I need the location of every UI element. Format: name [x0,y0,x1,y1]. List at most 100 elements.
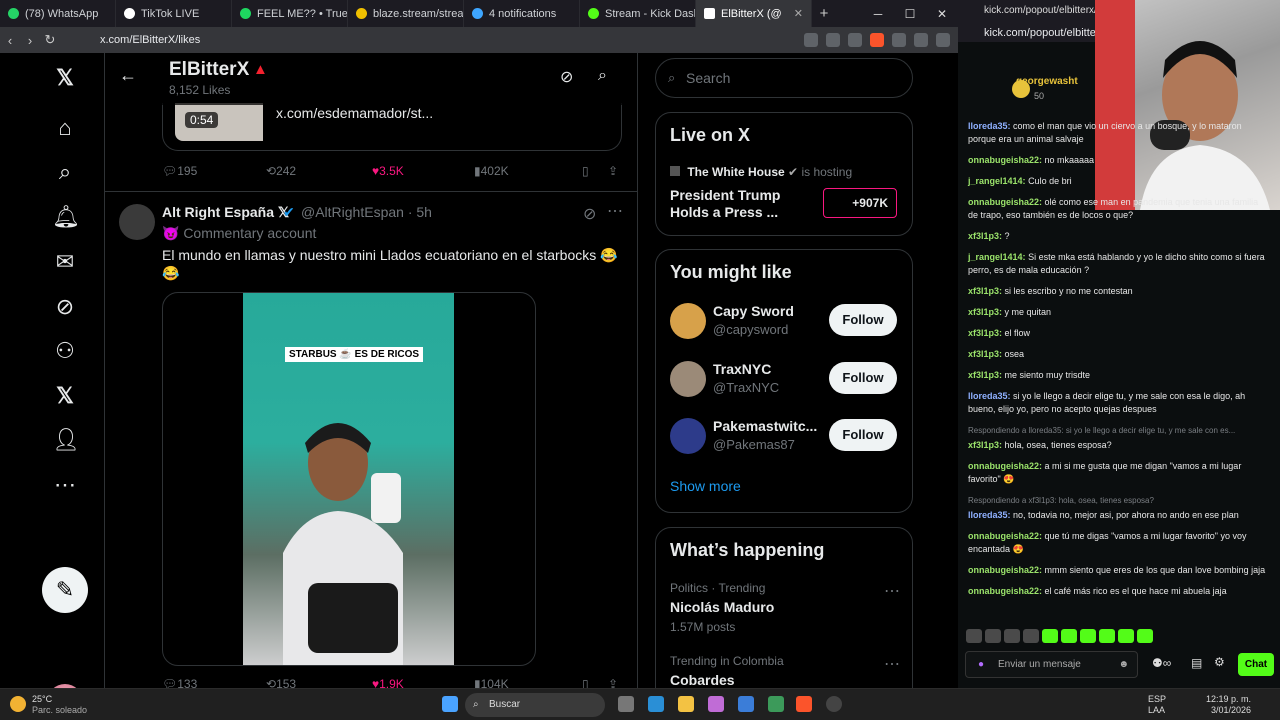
chat-username[interactable]: onnabugeisha22: [968,586,1042,596]
chat-username[interactable]: xf3l1p3: [968,370,1002,380]
suggested-account[interactable]: Pakemastwitc... @Pakemas87 Follow [670,418,900,458]
repost-button[interactable]: ⟲ 242 [266,164,296,178]
system-clock[interactable]: 12:19 p. m. 3/01/2026 [1206,694,1251,716]
tab-notifications[interactable]: 4 notifications [464,0,580,27]
emote-icon[interactable] [1099,629,1115,643]
emote-icon[interactable] [1004,629,1020,643]
like-button[interactable]: ♥ 3.5K [372,164,404,178]
chat-url-field[interactable]: kick.com/popout/elbitterx/ [984,27,1108,39]
account-avatar[interactable] [670,361,706,397]
emote-icon[interactable] [985,629,1001,643]
home-icon[interactable]: ⌂ [52,115,78,141]
chat-username[interactable]: xf3l1p3: [968,328,1002,338]
reload-icon[interactable]: ↻ [40,32,60,48]
messages-icon[interactable]: ✉ [52,249,78,275]
tab-whatsapp[interactable]: (78) WhatsApp [0,0,116,27]
store-icon[interactable] [738,696,754,712]
language-indicator[interactable]: ESP LAA [1148,694,1166,716]
more-options-icon[interactable]: ⋯ [607,201,623,221]
extension-icon[interactable] [804,33,818,47]
file-explorer-icon[interactable] [678,696,694,712]
trend-item[interactable]: Trending in Colombia Cobardes ⋯ [670,654,900,688]
author-avatar[interactable] [119,204,155,240]
chat-username[interactable]: lloreda35: [968,391,1011,401]
emote-icon[interactable] [1137,629,1153,643]
edge-icon[interactable] [648,696,664,712]
back-icon[interactable]: ‹ [0,33,20,48]
chat-username[interactable]: xf3l1p3: [968,307,1002,317]
chat-username[interactable]: j_rangel1414: [968,176,1026,186]
views-button[interactable]: ▮ 104K [474,677,509,688]
grok-icon[interactable]: ⊘ [52,294,78,320]
reply-button[interactable]: 💬︎ 133 [162,677,197,688]
follow-button[interactable]: Follow [829,419,897,451]
suggested-account[interactable]: Capy Sword @capysword Follow [670,303,900,343]
send-chat-button[interactable]: Chat [1238,653,1274,676]
tab-spotify[interactable]: FEEL ME?? • Trueno [232,0,348,27]
url-field[interactable]: x.com/ElBitterX/likes [100,34,200,46]
minimize-icon[interactable]: ─ [862,7,894,21]
follow-button[interactable]: Follow [829,362,897,394]
chat-username[interactable]: xf3l1p3: [968,231,1002,241]
tab-blaze[interactable]: blaze.stream/stream-se [348,0,464,27]
close-tab-icon[interactable]: ✕ [794,7,803,20]
grok-icon[interactable]: ⊘ [560,67,573,87]
brave-shield-icon[interactable] [870,33,884,47]
bookmark-icon[interactable]: ▯ [582,677,589,688]
grok-icon[interactable]: ⊘ [583,204,596,224]
emote-icon[interactable] [1061,629,1077,643]
communities-icon[interactable]: ⚇ [52,338,78,364]
new-tab-button[interactable]: + [812,5,836,22]
suggested-account[interactable]: TraxNYC @TraxNYC Follow [670,361,900,401]
settings-icon[interactable]: ⚙ [1214,655,1225,669]
chat-username[interactable]: onnabugeisha22: [968,531,1042,541]
follow-button[interactable]: Follow [829,304,897,336]
chat-message-input[interactable]: ● Enviar un mensaje ☻ [965,651,1138,678]
author-handle[interactable]: @AltRightEspan · 5h [301,204,432,220]
chat-username[interactable]: onnabugeisha22: [968,197,1042,207]
more-options-icon[interactable]: ⋯ [884,581,900,601]
brave-icon[interactable] [796,696,812,712]
chat-username[interactable]: xf3l1p3: [968,349,1002,359]
copilot-icon[interactable] [708,696,724,712]
maximize-icon[interactable]: ☐ [894,7,926,21]
share-icon[interactable]: ⇪ [608,677,618,688]
compose-post-button[interactable]: ✎ [42,567,88,613]
tab-tiktok[interactable]: TikTok LIVE [116,0,232,27]
x-logo-icon[interactable]: 𝕏 [52,65,78,91]
more-options-icon[interactable]: ⋯ [884,654,900,674]
link-card-url[interactable]: x.com/esdemamador/st... [276,105,433,121]
menu-icon[interactable] [936,33,950,47]
repost-button[interactable]: ⟲ 153 [266,677,296,688]
author-name[interactable]: Alt Right España 𝕏 [162,204,289,221]
more-icon[interactable]: ⋯ [52,472,78,498]
taskview-icon[interactable] [618,696,634,712]
start-icon[interactable] [442,696,458,712]
emote-icon[interactable] [1042,629,1058,643]
search-icon[interactable]: ⌕ [52,159,78,185]
trend-item[interactable]: Politics · Trending Nicolás Maduro 1.57M… [670,581,900,634]
tweet-video[interactable]: STARBUS ☕ ES DE RICOS [162,292,536,666]
app-icon[interactable] [768,696,784,712]
chat-username[interactable]: lloreda35: [968,121,1011,131]
live-listeners-pill[interactable]: +907K [823,188,897,218]
chat-username[interactable]: j_rangel1414: [968,252,1026,262]
close-window-icon[interactable]: ✕ [926,7,958,21]
obs-icon[interactable] [826,696,842,712]
extension-icon[interactable] [892,33,906,47]
tab-kick-dashboard[interactable]: Stream - Kick Dashboa [580,0,696,27]
show-more-link[interactable]: Show more [670,478,741,494]
emote-icon[interactable] [1080,629,1096,643]
extension-icon[interactable] [914,33,928,47]
emote-icon[interactable] [966,629,982,643]
emoji-icon[interactable]: ☻ [1118,652,1129,677]
notifications-icon[interactable]: 🔔︎ [52,204,80,230]
chat-username[interactable]: onnabugeisha22: [968,565,1042,575]
profile-icon[interactable]: 👤︎ [52,427,80,453]
account-avatar[interactable] [670,418,706,454]
reply-button[interactable]: 💬︎ 195 [162,164,197,178]
taskbar-search[interactable]: ⌕ Buscar [465,693,605,717]
extension-icon[interactable] [826,33,840,47]
chat-tools-icon[interactable]: ⚉∞ [1152,656,1171,670]
live-stream-title[interactable]: President Trump Holds a Press ... [670,187,810,221]
